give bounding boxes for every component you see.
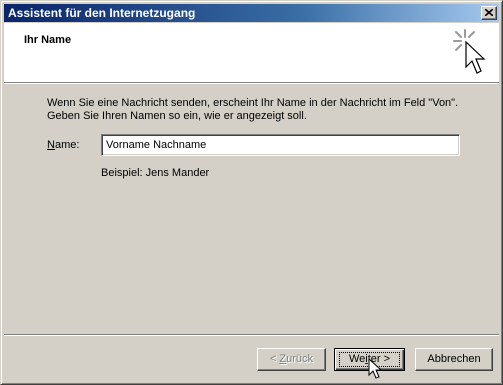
wizard-window: Assistent für den Internetzugang Ihr Nam… (0, 0, 503, 385)
window-title: Assistent für den Internetzugang (8, 6, 196, 20)
intro-line-1: Wenn Sie eine Nachricht senden, erschein… (47, 97, 459, 109)
name-label-rest: ame: (54, 139, 80, 151)
wizard-cursor-sparkle-icon (453, 29, 486, 74)
name-input[interactable] (101, 134, 460, 156)
back-button-suffix: urück (286, 353, 314, 365)
cancel-button[interactable]: Abbrechen (415, 348, 493, 371)
page-title: Ihr Name (24, 34, 72, 46)
mouse-pointer-icon (368, 358, 382, 379)
header-panel: Ihr Name (4, 23, 499, 82)
name-label-accelerator: N (47, 139, 55, 151)
title-bar[interactable]: Assistent für den Internetzugang (4, 4, 499, 22)
example-text: Beispiel: Jens Mander (101, 167, 210, 179)
close-icon (485, 9, 493, 16)
name-label: Name: (47, 139, 79, 151)
back-button[interactable]: < Zurück (257, 348, 326, 371)
footer-divider (4, 334, 499, 336)
intro-text: Wenn Sie eine Nachricht senden, erschein… (47, 97, 467, 123)
header-divider (4, 82, 499, 84)
close-button[interactable] (481, 6, 497, 20)
intro-line-2: Geben Sie Ihren Namen so ein, wie er ang… (47, 110, 307, 122)
back-button-prefix: < (269, 353, 280, 365)
